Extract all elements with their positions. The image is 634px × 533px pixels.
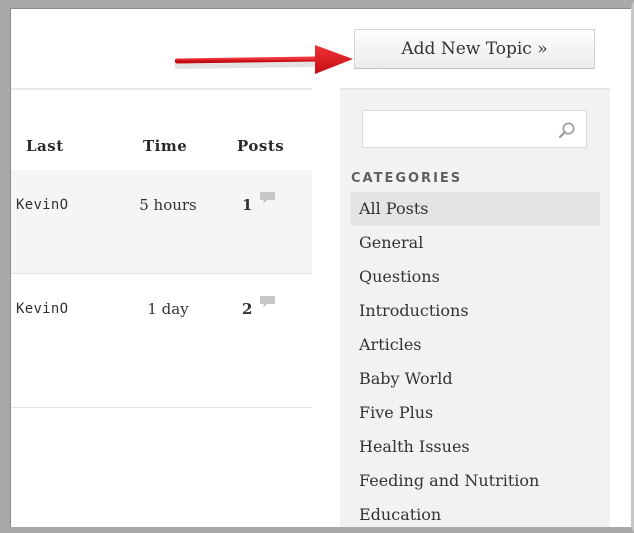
- category-list: All Posts General Questions Introduction…: [351, 192, 600, 532]
- add-new-topic-button[interactable]: Add New Topic »: [354, 29, 595, 69]
- column-header-posts: Posts: [237, 137, 285, 155]
- category-item-health-issues[interactable]: Health Issues: [351, 430, 600, 464]
- column-header-time: Time: [143, 137, 188, 155]
- category-item-introductions[interactable]: Introductions: [351, 294, 600, 328]
- last-poster-link[interactable]: KevinO: [16, 301, 68, 317]
- search-input[interactable]: [369, 119, 553, 141]
- table-header: Last Time Posts: [10, 90, 312, 170]
- categories-heading: CATEGORIES: [351, 171, 463, 186]
- post-count: 1: [242, 196, 253, 214]
- speech-bubble-icon: [260, 192, 275, 204]
- category-item-general[interactable]: General: [351, 226, 600, 260]
- red-arrow-icon: [175, 45, 353, 74]
- table-row[interactable]: KevinO 1 day 2: [10, 274, 312, 408]
- category-item-five-plus[interactable]: Five Plus: [351, 396, 600, 430]
- category-item-all-posts[interactable]: All Posts: [351, 192, 600, 226]
- column-header-last: Last: [26, 137, 64, 155]
- sidebar: CATEGORIES All Posts General Questions I…: [340, 88, 610, 533]
- post-time: 1 day: [147, 300, 189, 318]
- table-row[interactable]: KevinO 5 hours 1: [10, 170, 312, 274]
- last-poster-link[interactable]: KevinO: [16, 197, 68, 213]
- category-item-baby-world[interactable]: Baby World: [351, 362, 600, 396]
- post-time: 5 hours: [139, 196, 197, 214]
- search-field[interactable]: [362, 110, 587, 148]
- post-count: 2: [242, 300, 253, 318]
- search-icon[interactable]: [558, 121, 576, 139]
- category-item-questions[interactable]: Questions: [351, 260, 600, 294]
- category-item-education[interactable]: Education: [351, 498, 600, 532]
- forum-page: Add New Topic » Last Time Posts KevinO 5…: [0, 0, 634, 533]
- category-item-articles[interactable]: Articles: [351, 328, 600, 362]
- speech-bubble-icon: [260, 296, 275, 308]
- category-item-feeding-and-nutrition[interactable]: Feeding and Nutrition: [351, 464, 600, 498]
